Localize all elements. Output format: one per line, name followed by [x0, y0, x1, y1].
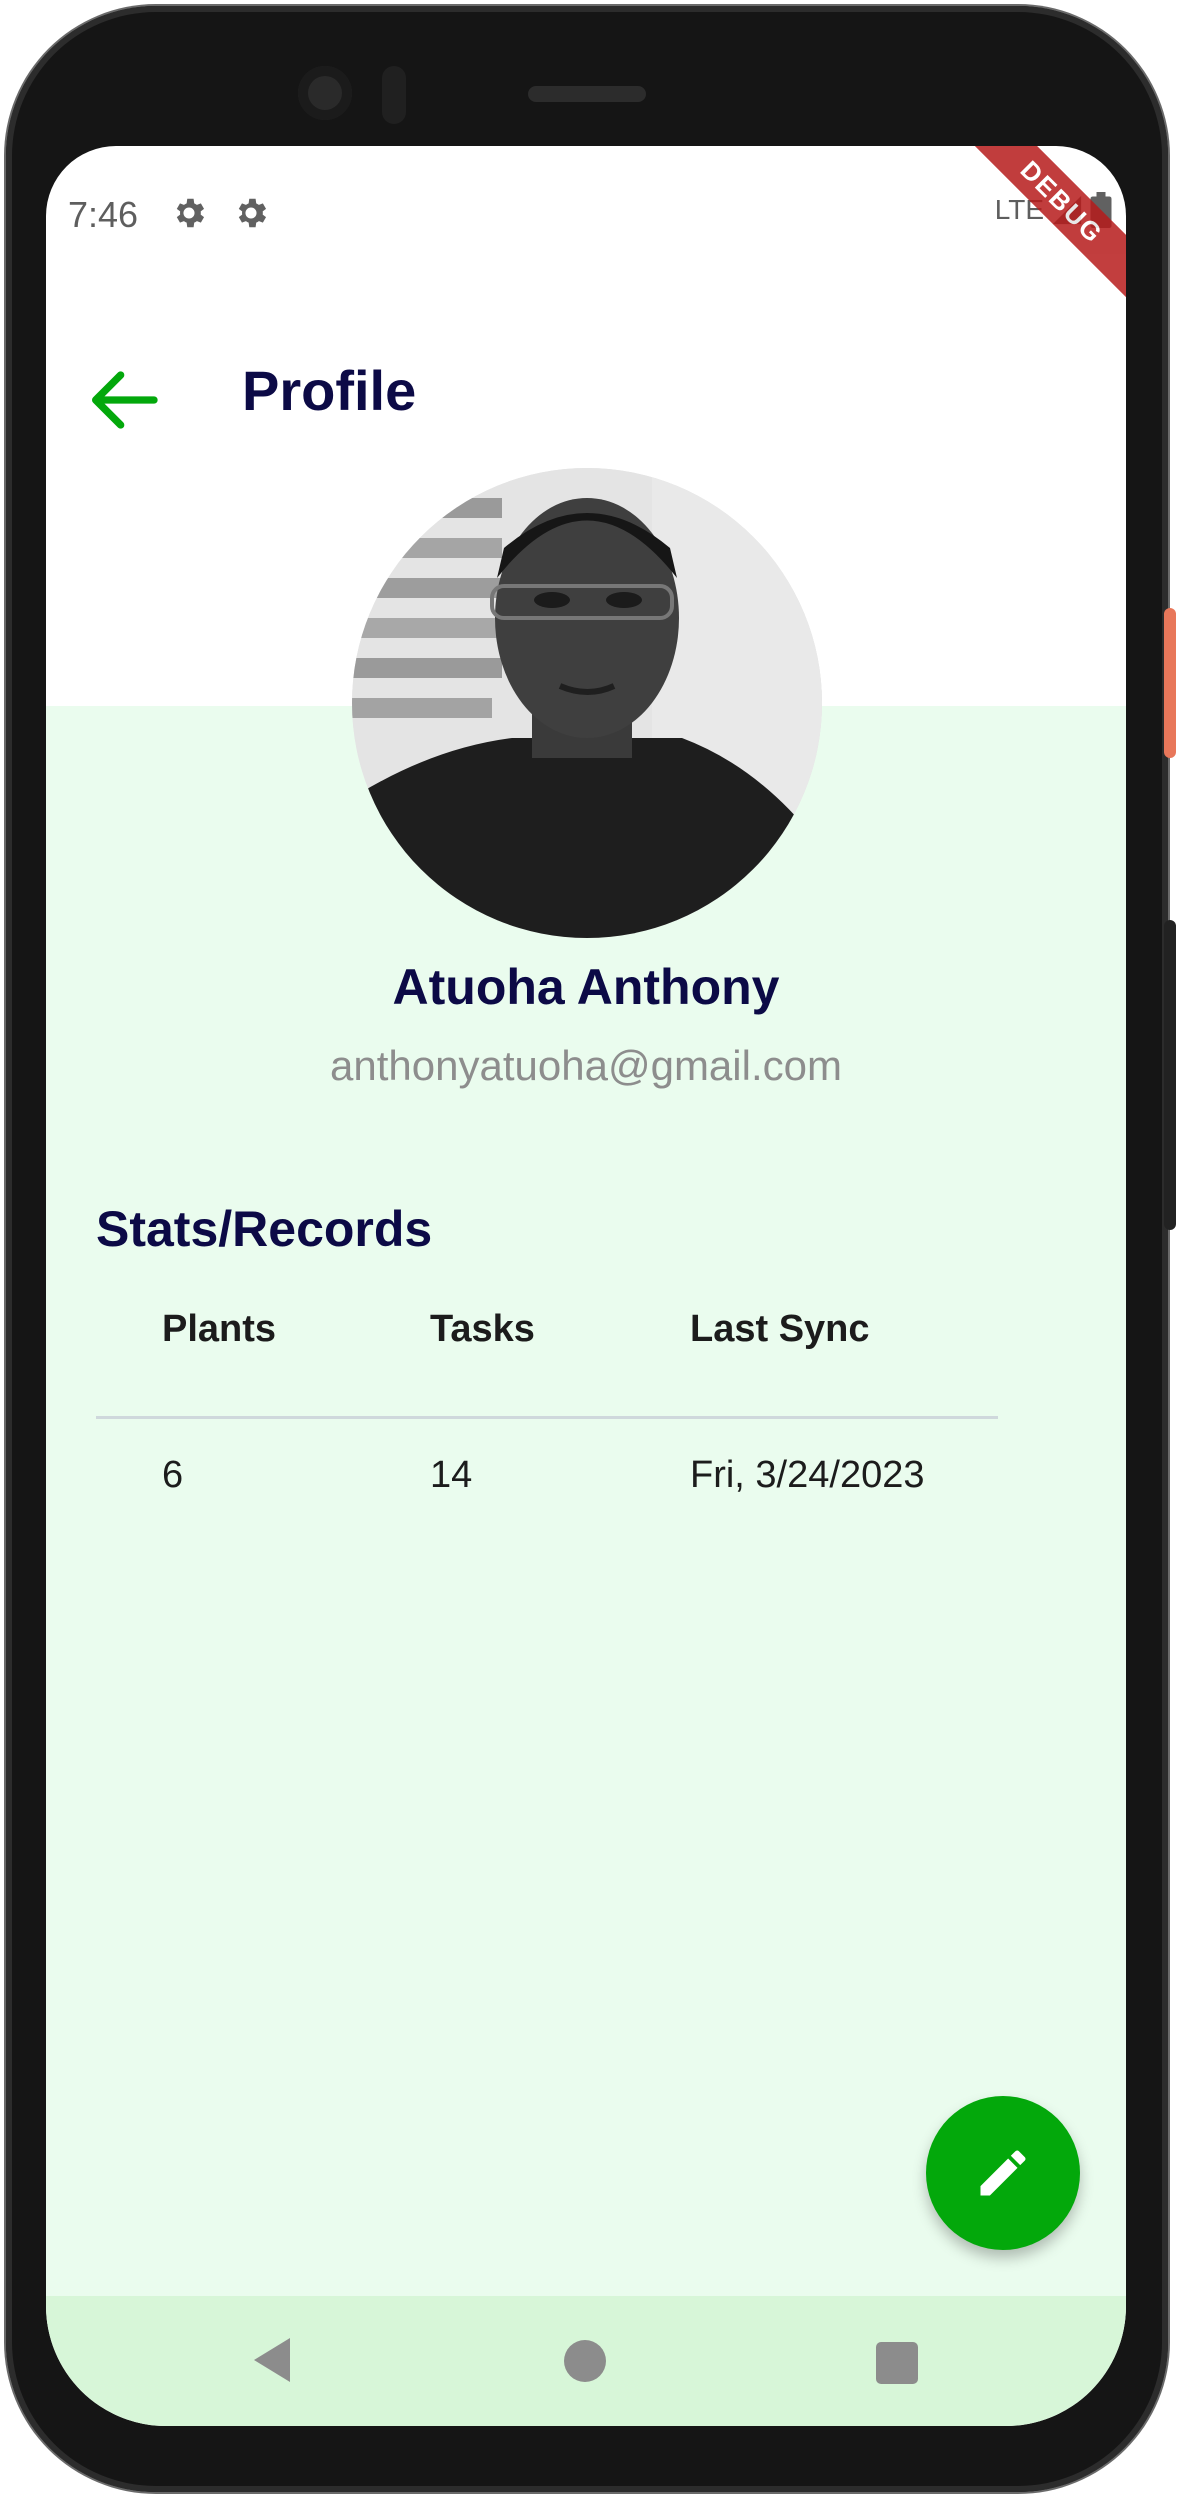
- earpiece-speaker: [528, 86, 646, 102]
- profile-avatar[interactable]: [352, 468, 822, 938]
- person-photo: [352, 468, 822, 938]
- stats-section-title: Stats/Records: [96, 1201, 433, 1257]
- app-bar: Profile: [46, 336, 1126, 446]
- content-background: [46, 706, 1126, 2296]
- cell-plants: 6: [162, 1454, 184, 1496]
- arrow-left-icon[interactable]: [84, 360, 164, 440]
- power-button: [1164, 608, 1176, 758]
- settings-icon: [176, 198, 205, 228]
- column-header-plants: Plants: [162, 1308, 277, 1350]
- cell-tasks: 14: [430, 1454, 473, 1496]
- settings-icon: [238, 198, 267, 228]
- front-camera: [298, 66, 352, 120]
- home-circle-icon[interactable]: [564, 2340, 606, 2382]
- recents-square-icon[interactable]: [876, 2342, 918, 2384]
- status-time: 7:46: [68, 194, 139, 235]
- column-header-last-sync: Last Sync: [690, 1308, 870, 1350]
- profile-name: Atuoha Anthony: [392, 959, 780, 1015]
- system-nav-bar: [46, 2296, 1126, 2426]
- column-header-tasks: Tasks: [430, 1308, 535, 1350]
- screen: 7:46 LTE DEBUG Profile Atuoha Anthony an…: [46, 146, 1126, 2426]
- page-title: Profile: [242, 359, 417, 422]
- proximity-sensor: [382, 66, 406, 124]
- back-triangle-icon[interactable]: [250, 2334, 294, 2386]
- pencil-edit-icon: [980, 2150, 1026, 2196]
- status-bar: 7:46 LTE DEBUG: [46, 146, 1126, 310]
- edit-profile-button[interactable]: [926, 2096, 1080, 2250]
- table-divider: [96, 1416, 998, 1419]
- cell-last-sync: Fri, 3/24/2023: [690, 1454, 925, 1496]
- volume-button: [1164, 920, 1176, 1230]
- profile-email: anthonyatuoha@gmail.com: [330, 1042, 842, 1089]
